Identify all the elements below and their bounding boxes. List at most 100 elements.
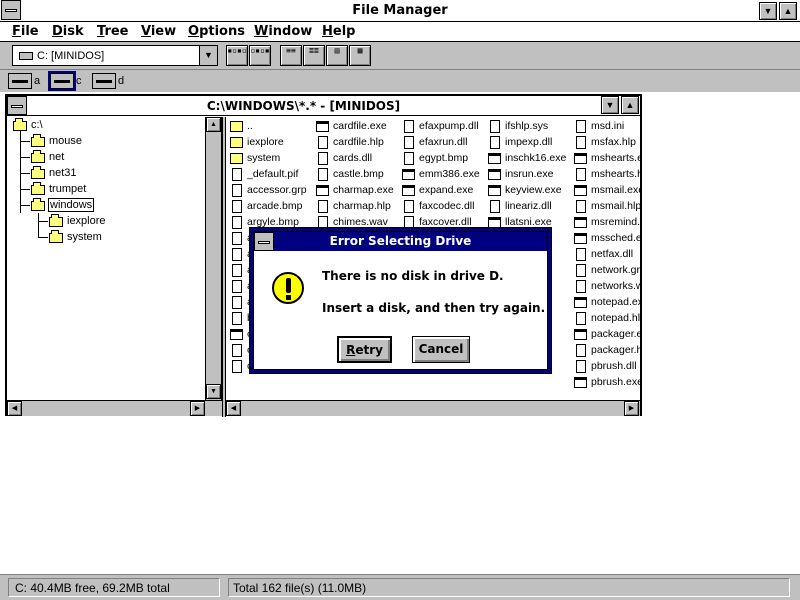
files-scroll-right-button[interactable]: ▶ bbox=[624, 401, 639, 416]
document-file-icon bbox=[490, 136, 500, 149]
status-bar: C: 40.4MB free, 69.2MB total Total 162 f… bbox=[0, 574, 800, 600]
connect-drive-button[interactable]: ▪▫▪▫ bbox=[226, 45, 248, 66]
file-item-name: cardfile.exe bbox=[333, 120, 387, 132]
file-item[interactable]: accessor.grp bbox=[230, 183, 312, 199]
cancel-button[interactable]: Cancel bbox=[412, 336, 470, 363]
cdrom-drive-d-icon[interactable] bbox=[92, 73, 116, 89]
file-item[interactable]: cardfile.hlp bbox=[316, 135, 400, 151]
directory-tree[interactable]: c:\ mouse net net31 trumpet windows iexp… bbox=[7, 117, 222, 400]
document-file-icon bbox=[232, 264, 242, 277]
maximize-button[interactable]: ▲ bbox=[779, 2, 797, 20]
menu-file-label: ile bbox=[20, 24, 39, 39]
file-item[interactable]: efaxrun.dll bbox=[402, 135, 486, 151]
file-item-name: lineariz.dll bbox=[505, 200, 552, 212]
file-item[interactable]: arcade.bmp bbox=[230, 199, 312, 215]
file-item[interactable]: ifshlp.sys bbox=[488, 119, 572, 135]
file-item[interactable]: mshearts.hlp bbox=[574, 167, 640, 183]
file-item[interactable]: mssched.exe bbox=[574, 231, 640, 247]
tree-vertical-scrollbar[interactable]: ▲ ▼ bbox=[205, 117, 221, 400]
folder-icon bbox=[31, 182, 45, 195]
error-dialog-title-bar[interactable]: Error Selecting Drive bbox=[254, 232, 547, 251]
file-item-name: insrun.exe bbox=[505, 168, 554, 180]
menu-window[interactable]: Window bbox=[254, 24, 312, 39]
file-item-name: ifshlp.sys bbox=[505, 120, 549, 132]
program-file-icon bbox=[574, 233, 587, 244]
files-horizontal-scrollbar[interactable]: ◀ ▶ bbox=[226, 400, 640, 416]
file-item[interactable]: msmail.exe bbox=[574, 183, 640, 199]
file-item[interactable]: network.grp bbox=[574, 263, 640, 279]
drive-select-dropdown-button[interactable]: ▼ bbox=[199, 46, 217, 65]
menu-file[interactable]: File bbox=[12, 24, 39, 39]
tree-scroll-up-button[interactable]: ▲ bbox=[206, 117, 221, 132]
document-file-icon bbox=[232, 216, 242, 229]
file-item[interactable]: insrun.exe bbox=[488, 167, 572, 183]
file-item[interactable]: notepad.hlp bbox=[574, 311, 640, 327]
view-list-button[interactable]: ≡≡ bbox=[280, 45, 302, 66]
file-item-name: mshearts.exe bbox=[591, 152, 640, 164]
file-item[interactable]: netfax.dll bbox=[574, 247, 640, 263]
file-item[interactable]: packager.exe bbox=[574, 327, 640, 343]
file-item[interactable]: egypt.bmp bbox=[402, 151, 486, 167]
file-item[interactable]: impexp.dll bbox=[488, 135, 572, 151]
title-bar[interactable]: File Manager ▼ ▲ bbox=[0, 0, 800, 22]
hard-drive-c-icon[interactable] bbox=[48, 71, 76, 91]
tree-item-label: net31 bbox=[49, 167, 77, 179]
file-item[interactable]: pbrush.dll bbox=[574, 359, 640, 375]
file-item[interactable]: faxcodec.dll bbox=[402, 199, 486, 215]
maximize-icon: ▲ bbox=[625, 100, 635, 110]
file-item[interactable]: castle.bmp bbox=[316, 167, 400, 183]
files-scroll-left-button[interactable]: ◀ bbox=[226, 401, 241, 416]
child-maximize-button[interactable]: ▲ bbox=[621, 96, 639, 114]
file-item-name: msfax.hlp bbox=[591, 136, 636, 148]
file-item-name: impexp.dll bbox=[505, 136, 553, 148]
file-item[interactable]: cards.dll bbox=[316, 151, 400, 167]
menu-tree[interactable]: Tree bbox=[97, 24, 129, 39]
file-item[interactable]: iexplore bbox=[230, 135, 312, 151]
disconnect-drive-button[interactable]: ▫▪▫▪ bbox=[249, 45, 271, 66]
file-item[interactable]: .. bbox=[230, 119, 312, 135]
menu-help[interactable]: Help bbox=[322, 24, 355, 39]
file-item[interactable]: system bbox=[230, 151, 312, 167]
menu-disk[interactable]: Disk bbox=[52, 24, 84, 39]
tree-scroll-left-button[interactable]: ◀ bbox=[7, 401, 22, 416]
drive-c-label[interactable]: c bbox=[76, 75, 82, 87]
file-item[interactable]: msremind.exe bbox=[574, 215, 640, 231]
drive-a-label[interactable]: a bbox=[34, 75, 40, 87]
child-minimize-button[interactable]: ▼ bbox=[601, 96, 619, 114]
file-item-name: pbrush.exe bbox=[591, 376, 640, 388]
file-item[interactable]: msfax.hlp bbox=[574, 135, 640, 151]
file-item[interactable]: notepad.exe bbox=[574, 295, 640, 311]
menu-view[interactable]: View bbox=[141, 24, 176, 39]
file-item[interactable]: emm386.exe bbox=[402, 167, 486, 183]
file-item[interactable]: keyview.exe bbox=[488, 183, 572, 199]
file-item[interactable]: _default.pif bbox=[230, 167, 312, 183]
file-item[interactable]: mshearts.exe bbox=[574, 151, 640, 167]
file-item[interactable]: networks.wri bbox=[574, 279, 640, 295]
file-item[interactable]: pbrush.exe bbox=[574, 375, 640, 391]
file-item[interactable]: charmap.hlp bbox=[316, 199, 400, 215]
file-item[interactable]: cardfile.exe bbox=[316, 119, 400, 135]
drive-select[interactable]: C: [MINIDOS] ▼ bbox=[12, 45, 218, 66]
tree-scroll-down-button[interactable]: ▼ bbox=[206, 384, 221, 399]
drive-d-label[interactable]: d bbox=[118, 75, 124, 87]
file-item[interactable]: packager.hlp bbox=[574, 343, 640, 359]
file-item[interactable]: expand.exe bbox=[402, 183, 486, 199]
file-item[interactable]: msd.ini bbox=[574, 119, 640, 135]
file-item[interactable]: efaxpump.dll bbox=[402, 119, 486, 135]
view-details-button[interactable]: ≣≣ bbox=[303, 45, 325, 66]
file-item[interactable]: msmail.hlp bbox=[574, 199, 640, 215]
retry-button[interactable]: Retry bbox=[337, 336, 392, 363]
menu-options[interactable]: Options bbox=[188, 24, 245, 39]
tree-scroll-right-button[interactable]: ▶ bbox=[190, 401, 205, 416]
file-item[interactable]: lineariz.dll bbox=[488, 199, 572, 215]
sort-button[interactable]: ▤ bbox=[326, 45, 348, 66]
directory-window-title-bar[interactable]: C:\WINDOWS\*.* - [MINIDOS] ▼ ▲ bbox=[7, 96, 640, 116]
minimize-button[interactable]: ▼ bbox=[759, 2, 777, 20]
properties-button[interactable]: ▦ bbox=[349, 45, 371, 66]
file-item[interactable]: inschk16.exe bbox=[488, 151, 572, 167]
arrow-left-icon: ◀ bbox=[11, 405, 18, 412]
program-file-icon bbox=[230, 329, 243, 340]
floppy-drive-a-icon[interactable] bbox=[8, 73, 32, 89]
tree-horizontal-scrollbar[interactable]: ◀ ▶ bbox=[7, 400, 222, 416]
file-item[interactable]: charmap.exe bbox=[316, 183, 400, 199]
